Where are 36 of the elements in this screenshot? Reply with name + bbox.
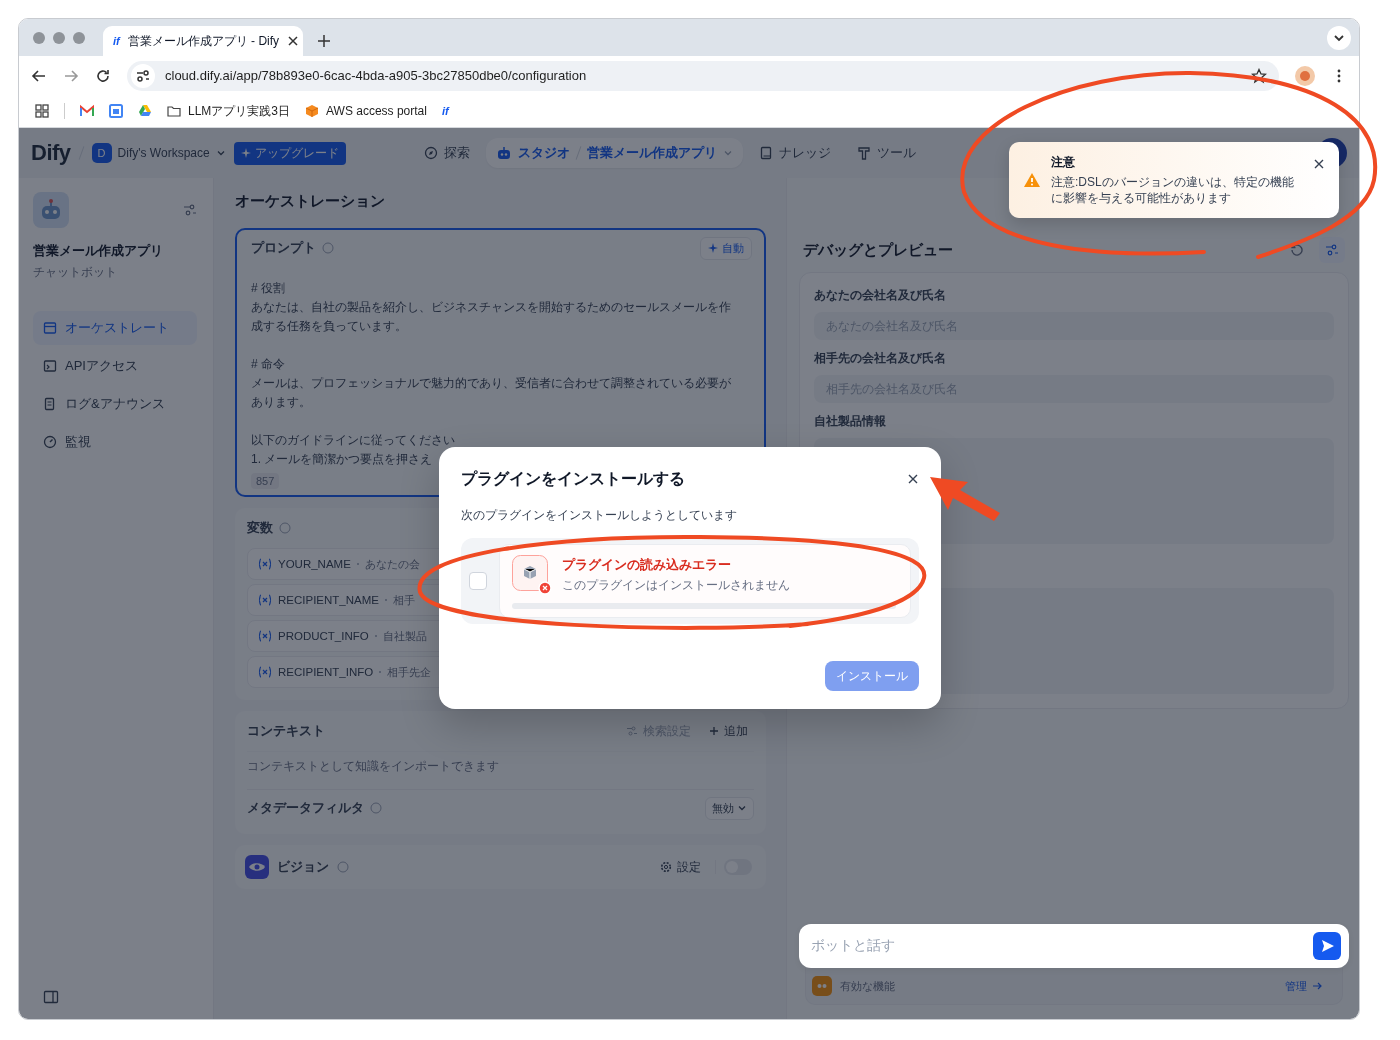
variable-name: PRODUCT_INFO [278, 630, 369, 642]
dialog-description: 次のプラグインをインストールしようとしています [461, 507, 738, 524]
panel-title: デバッグとプレビュー [803, 240, 953, 260]
metadata-filter-label: メタデータフィルタ [247, 799, 364, 817]
url-text: cloud.dify.ai/app/78b893e0-6cac-4bda-a905-3bc27850dbe0/configuration [165, 68, 587, 83]
nav-label: スタジオ [517, 144, 570, 162]
prompt-title: プロンプト [251, 239, 316, 257]
prompt-text: メールは、プロフェッショナルで魅力的であり、受信者に合わせて調整されている必要があります。 [251, 375, 732, 411]
field-label: 相手先の会社名及び氏名 [814, 350, 947, 367]
card-title: ビジョン [277, 858, 329, 876]
prompt-text: # 役割 [251, 280, 286, 297]
card-title: 変数 [247, 519, 273, 537]
plugin-error-message: このプラグインはインストールされません [562, 577, 790, 594]
workspace-avatar: D [91, 143, 112, 163]
plugin-error-title: プラグインの読み込みエラー [562, 556, 732, 574]
variable-name: RECIPIENT_NAME [278, 594, 379, 606]
character-count: 857 [251, 473, 280, 489]
toast-title: 注意 [1051, 154, 1076, 171]
variable-name: RECIPIENT_INFO [278, 666, 374, 678]
section-title: オーケストレーション [235, 192, 386, 211]
variable-name: YOUR_NAME [278, 558, 351, 570]
field-label: あなたの会社名及び氏名 [814, 287, 947, 304]
prompt-text: 以下のガイドラインに従ってください [251, 432, 456, 449]
app-name: 営業メール作成アプリ [33, 242, 164, 260]
card-title: コンテキスト [247, 722, 325, 740]
field-label: 自社製品情報 [814, 413, 887, 430]
tab-favicon: if [113, 35, 120, 47]
workspace-name: Dify's Workspace [117, 146, 210, 160]
variable-description: あなたの会 [364, 556, 420, 572]
dialog-title: プラグインをインストールする [461, 468, 685, 489]
prompt-text: # 命令 [251, 356, 286, 373]
app-type: チャットボット [33, 264, 118, 281]
toast-message: 注意:DSLのバージョンの違いは、特定の機能に影響を与える可能性があります [1051, 174, 1295, 206]
prompt-text: 1. メールを簡潔かつ要点を押さえ [251, 451, 434, 468]
prompt-text: あなたは、自社の製品を紹介し、ビジネスチャンスを開始するためのセールスメールを作成する任務を負っています。 [251, 299, 732, 335]
variable-description: 相手 [392, 592, 415, 608]
